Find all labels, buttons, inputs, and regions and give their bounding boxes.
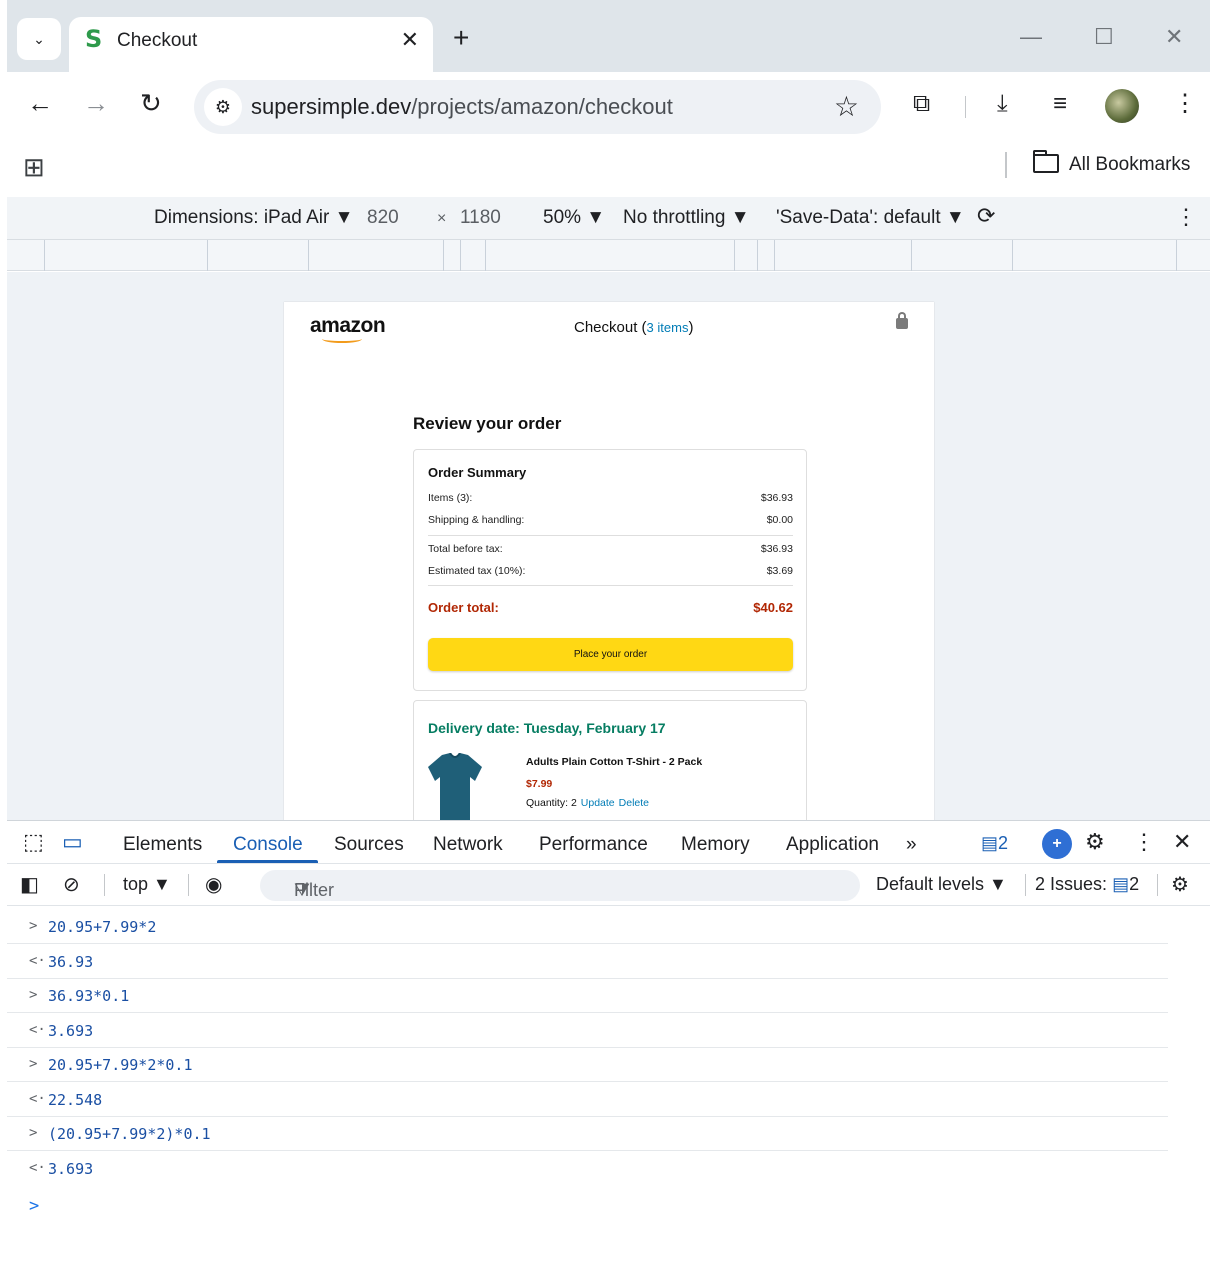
device-dimensions-select[interactable]: Dimensions: iPad Air ▼: [154, 207, 353, 229]
product-name: Adults Plain Cotton T-Shirt - 2 Pack: [526, 756, 703, 768]
console-result-line: <· 36.93: [7, 944, 1168, 979]
amazon-smile-icon: [322, 335, 362, 343]
checkout-header: Checkout (3 items): [574, 319, 694, 336]
url-text[interactable]: supersimple.dev/projects/amazon/checkout: [251, 94, 673, 120]
checkout-page: amazon Checkout (3 items) Review your or…: [284, 302, 934, 820]
console-result-line: <· 3.693: [7, 1013, 1168, 1048]
console-output: >20.95+7.99*2 <· 36.93 >36.93*0.1 <· 3.693…: [7, 906, 1210, 1286]
tab-application[interactable]: Application: [786, 834, 879, 856]
message-icon: ▤: [981, 833, 999, 853]
folder-icon: [1033, 150, 1059, 173]
console-prompt[interactable]: >: [29, 1196, 39, 1216]
summary-row: Estimated tax (10%): $3.69: [428, 565, 793, 577]
order-summary: Order Summary Items (3): $36.93 Shipping …: [413, 449, 807, 691]
console-input-line[interactable]: >36.93*0.1: [7, 978, 1168, 1013]
console-input-line[interactable]: > (20.95+7.99*2)*0.1: [7, 1116, 1168, 1151]
sidebar-toggle-icon[interactable]: ◧: [20, 872, 39, 897]
tab-performance[interactable]: Performance: [539, 834, 648, 856]
delivery-date: Delivery date: Tuesday, February 17: [428, 720, 666, 736]
product-price: $7.99: [526, 778, 553, 790]
more-tabs-icon[interactable]: »: [906, 834, 917, 856]
back-icon[interactable]: ←: [27, 90, 53, 116]
delete-link[interactable]: Delete: [619, 797, 649, 809]
summary-row: Total before tax: $36.93: [428, 543, 793, 555]
tab-memory[interactable]: Memory: [681, 834, 750, 856]
close-window-icon[interactable]: ✕: [1165, 26, 1183, 48]
forward-icon[interactable]: →: [83, 90, 109, 116]
issues-button[interactable]: 2 Issues: ▤2: [1035, 874, 1139, 895]
product-image: [428, 753, 482, 820]
media-control-icon[interactable]: ≡: [1053, 92, 1067, 116]
bookmarks-bar: ⊞ All Bookmarks: [7, 142, 1210, 197]
new-tab-icon[interactable]: +: [453, 24, 469, 52]
address-bar[interactable]: ⚙ supersimple.dev/projects/amazon/checko…: [194, 80, 881, 134]
device-height-input[interactable]: 1180: [460, 207, 501, 229]
chevron-down-icon: ⌄: [33, 30, 45, 47]
apps-grid-icon[interactable]: ⊞: [23, 154, 45, 180]
context-select[interactable]: top ▼: [123, 874, 171, 895]
tab-console[interactable]: Console: [233, 834, 303, 856]
tab-sources[interactable]: Sources: [334, 834, 404, 856]
all-bookmarks-button[interactable]: All Bookmarks: [1033, 150, 1190, 176]
tab-search-button[interactable]: ⌄: [17, 18, 61, 60]
rotate-icon[interactable]: ⟳: [977, 203, 995, 229]
tab-strip: ⌄ S Checkout ✕ + — ☐ ✕: [7, 0, 1210, 72]
reload-icon[interactable]: ↻: [140, 90, 162, 116]
device-toggle-icon[interactable]: ▭: [62, 831, 83, 853]
lock-icon: [896, 312, 908, 329]
bookmark-star-icon[interactable]: ☆: [834, 90, 859, 123]
tab-title: Checkout: [117, 30, 198, 51]
messages-badge[interactable]: ▤2: [981, 833, 1008, 854]
minimize-icon[interactable]: —: [1020, 26, 1042, 48]
avatar[interactable]: [1105, 89, 1139, 123]
downloads-icon[interactable]: ⤓: [997, 92, 1008, 116]
console-settings-icon[interactable]: ⚙: [1171, 872, 1189, 897]
device-width-input[interactable]: 820: [367, 207, 399, 229]
save-data-select[interactable]: 'Save-Data': default ▼: [776, 207, 965, 229]
log-levels-select[interactable]: Default levels ▼: [876, 874, 1007, 895]
console-result-line: <· 22.548: [7, 1082, 1168, 1117]
dimension-times: ×: [437, 210, 447, 227]
delivery-card: Delivery date: Tuesday, February 17 Adul…: [413, 700, 807, 820]
menu-icon[interactable]: ⋮: [1173, 92, 1197, 116]
live-expression-eye-icon[interactable]: ◉: [205, 872, 222, 897]
zoom-select[interactable]: 50% ▼: [543, 207, 605, 229]
close-devtools-icon[interactable]: ✕: [1173, 831, 1191, 853]
close-tab-icon[interactable]: ✕: [401, 27, 419, 53]
summary-row: Items (3): $36.93: [428, 492, 793, 504]
update-link[interactable]: Update: [581, 797, 615, 809]
favicon-icon: S: [85, 25, 103, 53]
emulated-viewport: amazon Checkout (3 items) Review your or…: [7, 272, 1210, 820]
checkout-items-link[interactable]: 3 items: [647, 320, 689, 335]
tab-checkout[interactable]: S Checkout ✕: [69, 17, 433, 72]
review-title: Review your order: [413, 414, 562, 433]
throttling-select[interactable]: No throttling ▼: [623, 207, 750, 229]
place-order-button[interactable]: Place your order: [428, 638, 793, 671]
settings-gear-icon[interactable]: ⚙: [1085, 831, 1105, 853]
device-menu-icon[interactable]: ⋮: [1175, 204, 1197, 230]
browser-window: ⌄ S Checkout ✕ + — ☐ ✕ ← → ↻ ⚙ supersimp…: [7, 0, 1210, 1286]
site-info-icon[interactable]: ⚙: [204, 88, 242, 126]
console-toolbar: ◧ ⊘ top ▼ ◉ ⧩ Filter Default levels ▼ 2 …: [7, 864, 1210, 906]
tab-elements[interactable]: Elements: [123, 834, 202, 856]
console-result-line: <· 3.693: [29, 1160, 94, 1178]
console-input-line[interactable]: >20.95+7.99*2: [7, 909, 1168, 944]
maximize-icon[interactable]: ☐: [1094, 26, 1114, 48]
summary-title: Order Summary: [428, 465, 527, 480]
filter-input[interactable]: ⧩ Filter: [260, 870, 860, 901]
browser-toolbar: ← → ↻ ⚙ supersimple.dev/projects/amazon/…: [7, 72, 1210, 142]
clear-console-icon[interactable]: ⊘: [63, 872, 80, 897]
devtools-menu-icon[interactable]: ⋮: [1133, 831, 1155, 853]
extensions-icon[interactable]: ⧉: [913, 92, 930, 116]
inspect-element-icon[interactable]: ⬚: [23, 831, 44, 853]
tab-network[interactable]: Network: [433, 834, 503, 856]
device-toolbar: Dimensions: iPad Air ▼ 820 × 1180 50% ▼ …: [7, 197, 1210, 240]
order-total: Order total: $40.62: [428, 600, 793, 615]
ai-assistance-icon[interactable]: +: [1042, 829, 1072, 859]
product-quantity: Quantity: 2 Update Delete: [526, 797, 649, 809]
devtools-tab-bar: ⬚ ▭ Elements Console Sources Network Per…: [7, 820, 1210, 864]
console-input-line[interactable]: >20.95+7.99*2*0.1: [7, 1047, 1168, 1082]
media-query-ruler: [7, 240, 1210, 271]
summary-row: Shipping & handling: $0.00: [428, 514, 793, 526]
